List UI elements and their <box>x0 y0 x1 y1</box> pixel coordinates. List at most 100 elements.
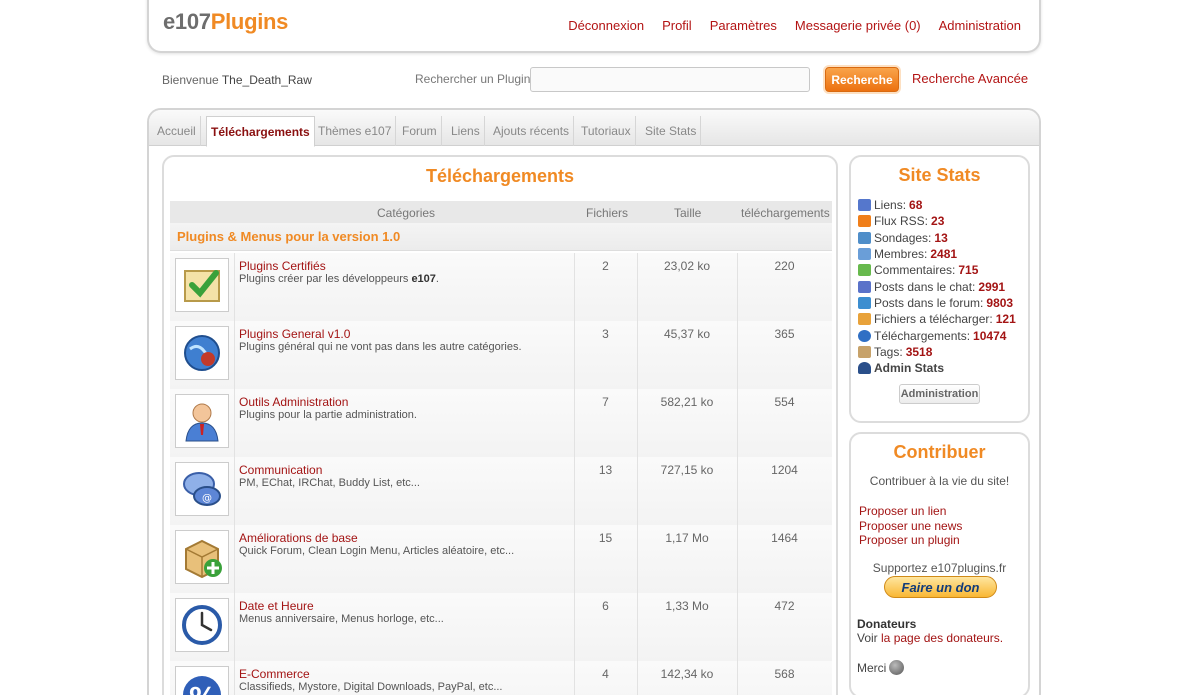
category-link[interactable]: Améliorations de base <box>239 531 358 545</box>
files-count: 15 <box>598 531 613 545</box>
category-description: Plugins créer par les développeurs e107. <box>239 273 439 285</box>
files-count: 6 <box>602 599 609 613</box>
stat-item[interactable]: Membres: 2481 <box>858 246 1016 262</box>
column-downloads: téléchargements <box>741 206 830 220</box>
nav-profile-link[interactable]: Profil <box>662 18 692 33</box>
stat-item[interactable]: Flux RSS: 23 <box>858 213 1016 229</box>
files-count: 3 <box>602 327 609 341</box>
donate-button[interactable]: Faire un don <box>884 576 997 598</box>
globe-plugin-icon[interactable] <box>175 326 229 380</box>
category-row: Plugins General v1.0 Plugins général qui… <box>170 321 832 389</box>
stat-item[interactable]: Commentaires: 715 <box>858 262 1016 278</box>
links-icon <box>858 199 871 212</box>
stat-item[interactable]: Liens: 68 <box>858 197 1016 213</box>
propose-plugin-link[interactable]: Proposer un plugin <box>859 533 962 548</box>
category-row: % E-Commerce Classifieds, Mystore, Digit… <box>170 661 832 695</box>
nav-logout-link[interactable]: Déconnexion <box>568 18 644 33</box>
category-row: Améliorations de base Quick Forum, Clean… <box>170 525 832 593</box>
admin-user-icon <box>858 362 871 375</box>
category-description: PM, EChat, IRChat, Buddy List, etc... <box>239 477 420 489</box>
contribute-title: Contribuer <box>893 442 986 462</box>
tab-ajouts-recents[interactable]: Ajouts récents <box>489 116 575 146</box>
files-count: 7 <box>602 395 609 409</box>
poll-icon <box>858 231 871 244</box>
size-value: 23,02 ko <box>663 259 711 273</box>
admin-stats-item[interactable]: Admin Stats <box>858 360 1016 376</box>
contribute-panel: Contribuer Contribuer à la vie du site! … <box>849 432 1030 695</box>
category-row: Outils Administration Plugins pour la pa… <box>170 389 832 457</box>
files-count: 4 <box>602 667 609 681</box>
plugin-search-input[interactable] <box>530 67 810 92</box>
package-add-icon[interactable] <box>175 530 229 584</box>
size-value: 1,17 Mo <box>665 531 709 545</box>
tab-tutoriaux[interactable]: Tutoriaux <box>577 116 636 146</box>
nav-administration-link[interactable]: Administration <box>939 18 1021 33</box>
tags-icon <box>858 345 871 358</box>
tab-themes[interactable]: Thèmes e107 <box>314 116 397 146</box>
stat-item[interactable]: Tags: 3518 <box>858 344 1016 360</box>
propose-link-link[interactable]: Proposer un lien <box>859 504 962 519</box>
stat-item[interactable]: Téléchargements: 10474 <box>858 327 1016 343</box>
tab-telechargements[interactable]: Téléchargements <box>206 116 315 147</box>
content-wrapper: Accueil Téléchargements Thèmes e107 Foru… <box>147 108 1041 695</box>
forum-icon <box>858 296 871 309</box>
tab-accueil[interactable]: Accueil <box>153 116 201 146</box>
chat-bubbles-icon[interactable]: @ <box>175 462 229 516</box>
tab-site-stats[interactable]: Site Stats <box>641 116 702 146</box>
administration-button[interactable]: Administration <box>899 384 980 404</box>
certified-check-icon[interactable] <box>175 258 229 312</box>
site-header: e107Plugins Déconnexion Profil Paramètre… <box>147 0 1041 53</box>
advanced-search-link[interactable]: Recherche Avancée <box>912 71 1028 86</box>
search-label: Rechercher un Plugin: <box>415 72 534 86</box>
category-link[interactable]: Plugins Certifiés <box>239 259 326 273</box>
donors-page-link[interactable]: la page des donateurs. <box>881 631 1003 645</box>
tab-bar: Accueil Téléchargements Thèmes e107 Foru… <box>149 110 1039 147</box>
tab-liens[interactable]: Liens <box>447 116 485 146</box>
category-link[interactable]: Date et Heure <box>239 599 314 613</box>
downloads-count: 365 <box>774 327 795 341</box>
smiley-icon <box>889 660 905 675</box>
column-size: Taille <box>674 206 702 220</box>
contribute-intro: Contribuer à la vie du site! <box>869 474 1010 488</box>
stat-item[interactable]: Fichiers a télécharger: 121 <box>858 311 1016 327</box>
category-link[interactable]: Communication <box>239 463 322 477</box>
files-icon <box>858 313 871 326</box>
downloads-count: 220 <box>774 259 795 273</box>
tab-forum[interactable]: Forum <box>398 116 442 146</box>
nav-settings-link[interactable]: Paramètres <box>710 18 777 33</box>
section-heading: Plugins & Menus pour la version 1.0 <box>170 223 832 251</box>
propose-news-link[interactable]: Proposer une news <box>859 519 962 534</box>
welcome-text: Bienvenue The_Death_Raw <box>162 73 312 87</box>
site-logo[interactable]: e107Plugins <box>163 9 288 35</box>
downloads-count: 568 <box>774 667 795 681</box>
category-description: Menus anniversaire, Menus horloge, etc..… <box>239 613 444 625</box>
category-description: Quick Forum, Clean Login Menu, Articles … <box>239 545 515 557</box>
rss-icon <box>858 215 871 228</box>
site-stats-panel: Site Stats Liens: 68 Flux RSS: 23 Sondages… <box>849 155 1030 423</box>
search-button[interactable]: Recherche <box>825 67 899 92</box>
category-link[interactable]: Plugins General v1.0 <box>239 327 350 341</box>
category-description: Plugins général qui ne vont pas dans les… <box>239 341 522 353</box>
category-link[interactable]: Outils Administration <box>239 395 348 409</box>
column-categories: Catégories <box>377 206 436 220</box>
files-count: 13 <box>598 463 613 477</box>
size-value: 142,34 ko <box>660 667 714 681</box>
table-header: Catégories Fichiers Taille téléchargemen… <box>170 201 832 223</box>
clock-icon[interactable] <box>175 598 229 652</box>
members-icon <box>858 248 871 261</box>
category-link[interactable]: E-Commerce <box>239 667 310 681</box>
stat-item[interactable]: Posts dans le chat: 2991 <box>858 278 1016 294</box>
admin-user-icon[interactable] <box>175 394 229 448</box>
stat-item[interactable]: Posts dans le forum: 9803 <box>858 295 1016 311</box>
percent-icon[interactable]: % <box>175 666 229 695</box>
nav-private-messages-link[interactable]: Messagerie privée (0) <box>795 18 921 33</box>
contribute-links: Proposer un lien Proposer une news Propo… <box>859 504 962 548</box>
info-icon <box>858 329 871 342</box>
downloads-panel: Téléchargements Catégories Fichiers Tail… <box>162 155 838 695</box>
username[interactable]: The_Death_Raw <box>222 73 312 87</box>
size-value: 45,37 ko <box>663 327 711 341</box>
downloads-count: 1464 <box>771 531 798 545</box>
stat-item[interactable]: Sondages: 13 <box>858 230 1016 246</box>
donors-line: Voir la page des donateurs. <box>857 631 1004 645</box>
size-value: 582,21 ko <box>660 395 714 409</box>
